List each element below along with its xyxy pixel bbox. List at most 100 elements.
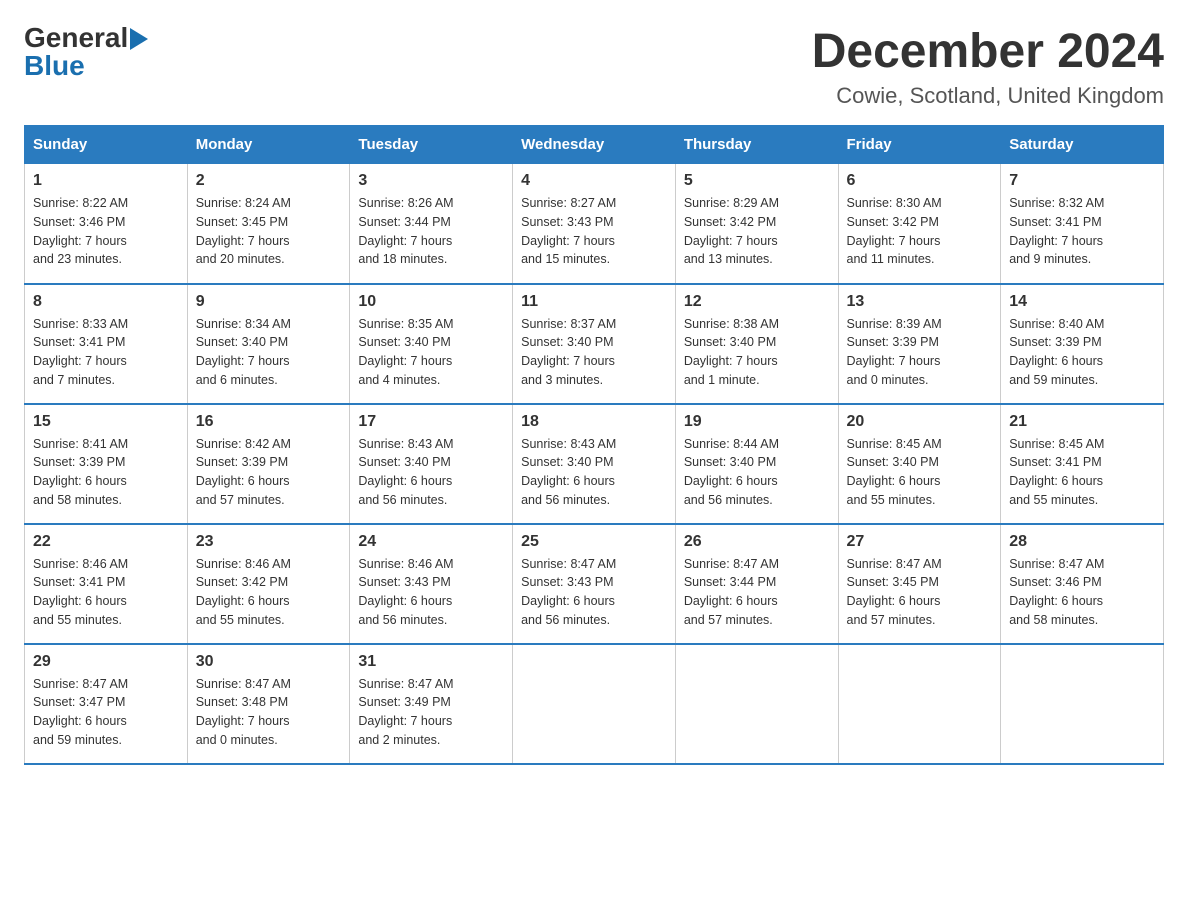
day-info: Sunrise: 8:44 AMSunset: 3:40 PMDaylight:… xyxy=(684,435,830,510)
day-number: 10 xyxy=(358,293,504,311)
calendar-week-row: 1 Sunrise: 8:22 AMSunset: 3:46 PMDayligh… xyxy=(25,164,1164,284)
day-number: 17 xyxy=(358,413,504,431)
day-info: Sunrise: 8:47 AMSunset: 3:48 PMDaylight:… xyxy=(196,675,342,750)
calendar-week-row: 15 Sunrise: 8:41 AMSunset: 3:39 PMDaylig… xyxy=(25,404,1164,524)
day-info: Sunrise: 8:34 AMSunset: 3:40 PMDaylight:… xyxy=(196,315,342,390)
day-info: Sunrise: 8:30 AMSunset: 3:42 PMDaylight:… xyxy=(847,194,993,269)
day-info: Sunrise: 8:24 AMSunset: 3:45 PMDaylight:… xyxy=(196,194,342,269)
day-info: Sunrise: 8:37 AMSunset: 3:40 PMDaylight:… xyxy=(521,315,667,390)
calendar-cell: 17 Sunrise: 8:43 AMSunset: 3:40 PMDaylig… xyxy=(350,404,513,524)
day-header-wednesday: Wednesday xyxy=(513,126,676,164)
calendar-cell xyxy=(675,644,838,764)
calendar-cell xyxy=(1001,644,1164,764)
day-header-thursday: Thursday xyxy=(675,126,838,164)
day-number: 19 xyxy=(684,413,830,431)
page-header: General Blue December 2024 Cowie, Scotla… xyxy=(24,24,1164,109)
day-number: 1 xyxy=(33,172,179,190)
day-info: Sunrise: 8:47 AMSunset: 3:43 PMDaylight:… xyxy=(521,555,667,630)
day-number: 25 xyxy=(521,533,667,551)
calendar-cell: 9 Sunrise: 8:34 AMSunset: 3:40 PMDayligh… xyxy=(187,284,350,404)
day-number: 13 xyxy=(847,293,993,311)
day-info: Sunrise: 8:45 AMSunset: 3:41 PMDaylight:… xyxy=(1009,435,1155,510)
calendar-table: SundayMondayTuesdayWednesdayThursdayFrid… xyxy=(24,125,1164,765)
day-info: Sunrise: 8:35 AMSunset: 3:40 PMDaylight:… xyxy=(358,315,504,390)
day-info: Sunrise: 8:47 AMSunset: 3:46 PMDaylight:… xyxy=(1009,555,1155,630)
calendar-cell: 7 Sunrise: 8:32 AMSunset: 3:41 PMDayligh… xyxy=(1001,164,1164,284)
day-number: 31 xyxy=(358,653,504,671)
calendar-cell: 26 Sunrise: 8:47 AMSunset: 3:44 PMDaylig… xyxy=(675,524,838,644)
day-info: Sunrise: 8:47 AMSunset: 3:47 PMDaylight:… xyxy=(33,675,179,750)
day-number: 9 xyxy=(196,293,342,311)
calendar-cell: 12 Sunrise: 8:38 AMSunset: 3:40 PMDaylig… xyxy=(675,284,838,404)
calendar-cell: 22 Sunrise: 8:46 AMSunset: 3:41 PMDaylig… xyxy=(25,524,188,644)
calendar-cell: 21 Sunrise: 8:45 AMSunset: 3:41 PMDaylig… xyxy=(1001,404,1164,524)
calendar-cell xyxy=(513,644,676,764)
calendar-cell: 31 Sunrise: 8:47 AMSunset: 3:49 PMDaylig… xyxy=(350,644,513,764)
calendar-cell: 6 Sunrise: 8:30 AMSunset: 3:42 PMDayligh… xyxy=(838,164,1001,284)
calendar-cell: 1 Sunrise: 8:22 AMSunset: 3:46 PMDayligh… xyxy=(25,164,188,284)
calendar-week-row: 29 Sunrise: 8:47 AMSunset: 3:47 PMDaylig… xyxy=(25,644,1164,764)
title-block: December 2024 Cowie, Scotland, United Ki… xyxy=(812,24,1164,109)
day-number: 18 xyxy=(521,413,667,431)
day-number: 12 xyxy=(684,293,830,311)
day-header-saturday: Saturday xyxy=(1001,126,1164,164)
day-header-friday: Friday xyxy=(838,126,1001,164)
logo-general-text: General xyxy=(24,24,128,52)
day-number: 26 xyxy=(684,533,830,551)
calendar-cell: 3 Sunrise: 8:26 AMSunset: 3:44 PMDayligh… xyxy=(350,164,513,284)
day-number: 28 xyxy=(1009,533,1155,551)
day-number: 8 xyxy=(33,293,179,311)
day-info: Sunrise: 8:41 AMSunset: 3:39 PMDaylight:… xyxy=(33,435,179,510)
calendar-cell xyxy=(838,644,1001,764)
calendar-cell: 20 Sunrise: 8:45 AMSunset: 3:40 PMDaylig… xyxy=(838,404,1001,524)
day-number: 11 xyxy=(521,293,667,311)
day-number: 20 xyxy=(847,413,993,431)
day-info: Sunrise: 8:46 AMSunset: 3:41 PMDaylight:… xyxy=(33,555,179,630)
calendar-cell: 28 Sunrise: 8:47 AMSunset: 3:46 PMDaylig… xyxy=(1001,524,1164,644)
logo: General Blue xyxy=(24,24,148,80)
day-info: Sunrise: 8:47 AMSunset: 3:44 PMDaylight:… xyxy=(684,555,830,630)
day-number: 24 xyxy=(358,533,504,551)
day-number: 3 xyxy=(358,172,504,190)
month-title: December 2024 xyxy=(812,24,1164,79)
calendar-cell: 19 Sunrise: 8:44 AMSunset: 3:40 PMDaylig… xyxy=(675,404,838,524)
calendar-cell: 30 Sunrise: 8:47 AMSunset: 3:48 PMDaylig… xyxy=(187,644,350,764)
day-info: Sunrise: 8:33 AMSunset: 3:41 PMDaylight:… xyxy=(33,315,179,390)
calendar-cell: 23 Sunrise: 8:46 AMSunset: 3:42 PMDaylig… xyxy=(187,524,350,644)
calendar-cell: 15 Sunrise: 8:41 AMSunset: 3:39 PMDaylig… xyxy=(25,404,188,524)
day-number: 5 xyxy=(684,172,830,190)
day-number: 6 xyxy=(847,172,993,190)
calendar-cell: 29 Sunrise: 8:47 AMSunset: 3:47 PMDaylig… xyxy=(25,644,188,764)
day-info: Sunrise: 8:22 AMSunset: 3:46 PMDaylight:… xyxy=(33,194,179,269)
calendar-cell: 24 Sunrise: 8:46 AMSunset: 3:43 PMDaylig… xyxy=(350,524,513,644)
day-number: 7 xyxy=(1009,172,1155,190)
logo-blue-text: Blue xyxy=(24,50,85,81)
day-info: Sunrise: 8:46 AMSunset: 3:43 PMDaylight:… xyxy=(358,555,504,630)
day-info: Sunrise: 8:38 AMSunset: 3:40 PMDaylight:… xyxy=(684,315,830,390)
calendar-cell: 11 Sunrise: 8:37 AMSunset: 3:40 PMDaylig… xyxy=(513,284,676,404)
day-number: 2 xyxy=(196,172,342,190)
day-header-sunday: Sunday xyxy=(25,126,188,164)
calendar-week-row: 8 Sunrise: 8:33 AMSunset: 3:41 PMDayligh… xyxy=(25,284,1164,404)
day-number: 16 xyxy=(196,413,342,431)
day-info: Sunrise: 8:45 AMSunset: 3:40 PMDaylight:… xyxy=(847,435,993,510)
day-info: Sunrise: 8:26 AMSunset: 3:44 PMDaylight:… xyxy=(358,194,504,269)
day-number: 22 xyxy=(33,533,179,551)
calendar-cell: 16 Sunrise: 8:42 AMSunset: 3:39 PMDaylig… xyxy=(187,404,350,524)
day-number: 27 xyxy=(847,533,993,551)
day-info: Sunrise: 8:43 AMSunset: 3:40 PMDaylight:… xyxy=(358,435,504,510)
calendar-cell: 8 Sunrise: 8:33 AMSunset: 3:41 PMDayligh… xyxy=(25,284,188,404)
location-title: Cowie, Scotland, United Kingdom xyxy=(812,83,1164,109)
day-number: 14 xyxy=(1009,293,1155,311)
day-info: Sunrise: 8:43 AMSunset: 3:40 PMDaylight:… xyxy=(521,435,667,510)
day-info: Sunrise: 8:27 AMSunset: 3:43 PMDaylight:… xyxy=(521,194,667,269)
day-info: Sunrise: 8:47 AMSunset: 3:45 PMDaylight:… xyxy=(847,555,993,630)
calendar-cell: 10 Sunrise: 8:35 AMSunset: 3:40 PMDaylig… xyxy=(350,284,513,404)
day-number: 4 xyxy=(521,172,667,190)
day-info: Sunrise: 8:47 AMSunset: 3:49 PMDaylight:… xyxy=(358,675,504,750)
calendar-header-row: SundayMondayTuesdayWednesdayThursdayFrid… xyxy=(25,126,1164,164)
calendar-cell: 4 Sunrise: 8:27 AMSunset: 3:43 PMDayligh… xyxy=(513,164,676,284)
day-number: 29 xyxy=(33,653,179,671)
calendar-cell: 5 Sunrise: 8:29 AMSunset: 3:42 PMDayligh… xyxy=(675,164,838,284)
day-info: Sunrise: 8:42 AMSunset: 3:39 PMDaylight:… xyxy=(196,435,342,510)
